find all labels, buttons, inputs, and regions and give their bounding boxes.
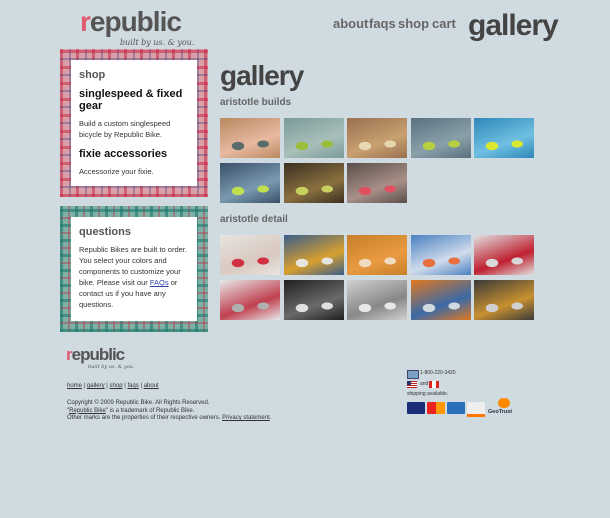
fixie-accessories-link[interactable]: fixie accessories [79, 148, 191, 160]
trademark-text: "Republic Bike" is a trademark of Republ… [67, 408, 271, 416]
footer-link-faqs[interactable]: faqs [127, 383, 138, 389]
logo[interactable]: republic built by us. & you. [80, 6, 194, 48]
footer-logo-wordmark: republic [66, 346, 134, 364]
page-header-title: gallery [468, 9, 559, 42]
footer-logo-wordmark-rest: epublic [71, 345, 126, 364]
footer-link-about[interactable]: about [144, 383, 159, 389]
mastercard-icon [427, 402, 445, 414]
logo-r-mark: r [80, 6, 91, 37]
trademark-rest: " is a trademark of Republic Bike. [105, 407, 195, 414]
nav-faqs[interactable]: faqs [369, 16, 396, 31]
gallery-thumbnail[interactable] [410, 280, 471, 320]
shop-heading: shop [79, 69, 106, 81]
nav-cart[interactable]: cart [432, 16, 456, 31]
footer-logo[interactable]: republic built by us. & you. [66, 346, 135, 371]
logo-wordmark: republic [80, 6, 182, 37]
footer-links: home | gallery | shop | faqs | about [67, 383, 159, 389]
nav-shop[interactable]: shop [398, 16, 429, 31]
questions-box-frame: questions Republic Bikes are built to or… [60, 206, 208, 332]
singlespeed-link[interactable]: singlespeed & fixed gear [79, 88, 191, 112]
footer-link-gallery[interactable]: gallery [87, 383, 105, 389]
gallery-thumbnail[interactable] [474, 235, 534, 275]
gallery-thumbnail[interactable] [347, 118, 407, 158]
us-flag-icon [407, 381, 417, 388]
shop-panel: shop singlespeed & fixed gear Build a cu… [71, 60, 197, 186]
footer-link-home[interactable]: home [67, 383, 82, 389]
gallery-thumbnail[interactable] [283, 280, 344, 320]
geotrust-seal-icon[interactable] [498, 398, 510, 408]
other-marks-text: Other marks are the properties of their … [67, 415, 271, 423]
gallery-thumbnail[interactable] [220, 235, 280, 275]
questions-panel: questions Republic Bikes are built to or… [71, 217, 197, 321]
gallery-thumbnail[interactable] [410, 118, 471, 158]
geotrust-label: GeoTrust [488, 409, 513, 415]
other-marks: Other marks are the properties of their … [67, 415, 223, 421]
section-title-detail: aristotle detail [220, 214, 288, 225]
section-title-builds: aristotle builds [220, 97, 292, 108]
footer-logo-tagline: built by us. & you. [88, 364, 135, 370]
gallery-thumbnail[interactable] [283, 235, 344, 275]
gallery-thumbnail[interactable] [474, 118, 534, 158]
discover-icon [467, 402, 485, 417]
privacy-link[interactable]: Privacy statement [222, 415, 270, 421]
and-text: and [420, 381, 429, 387]
shop-box-frame: shop singlespeed & fixed gear Build a cu… [60, 49, 208, 197]
singlespeed-description: Build a custom singlespeed bicycle by Re… [79, 119, 171, 139]
us-flag-canton [407, 381, 411, 385]
gallery-thumbnail[interactable] [347, 280, 407, 320]
gallery-thumbnail[interactable] [220, 163, 280, 203]
gallery-thumbnail[interactable] [474, 280, 534, 320]
phone-number: 1-800-220-3420 [420, 370, 456, 376]
gallery-thumbnail[interactable] [220, 280, 280, 320]
fixie-accessories-description: Accessorize your fixie. [79, 167, 154, 176]
gallery-thumbnail[interactable] [283, 118, 344, 158]
gallery-thumbnail[interactable] [220, 118, 280, 158]
gallery-thumbnail[interactable] [347, 163, 407, 203]
footer-legal: Copyright © 2009 Republic Bike. All Righ… [67, 400, 271, 423]
gallery-title: gallery [220, 60, 304, 91]
shipping-text: shipping available. [407, 391, 449, 397]
footer-link-shop[interactable]: shop [110, 383, 123, 389]
republic-bike-link[interactable]: Republic Bike [69, 408, 106, 414]
privacy-end: . [269, 415, 272, 421]
canada-flag-icon [429, 381, 439, 388]
gallery-thumbnail[interactable] [410, 235, 471, 275]
logo-tagline: built by us. & you. [120, 38, 195, 47]
amex-icon [447, 402, 465, 414]
gallery-thumbnail[interactable] [347, 235, 407, 275]
logo-wordmark-rest: epublic [89, 6, 182, 37]
copyright-text: Copyright © 2009 Republic Bike. All Righ… [67, 400, 210, 406]
phone-icon [407, 370, 419, 379]
gallery-thumbnail[interactable] [283, 163, 344, 203]
questions-text: Republic Bikes are built to order. You s… [79, 244, 191, 310]
nav-about[interactable]: about [333, 16, 368, 31]
visa-icon [407, 402, 425, 414]
questions-heading: questions [79, 226, 131, 238]
faqs-link[interactable]: FAQs [150, 278, 169, 287]
